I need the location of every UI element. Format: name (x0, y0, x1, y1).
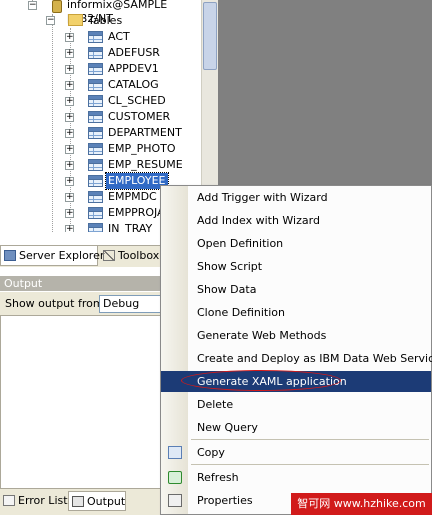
table-expander[interactable] (65, 161, 74, 170)
properties-icon (168, 494, 182, 507)
menu-item[interactable]: Copy (161, 442, 431, 463)
table-node[interactable]: ADEFUSR (106, 45, 162, 61)
table-expander[interactable] (65, 113, 74, 122)
menu-item[interactable]: Add Trigger with Wizard (161, 187, 431, 208)
table-node[interactable]: DEPARTMENT (106, 125, 184, 141)
menu-item-label: Create and Deploy as IBM Data Web Servic… (197, 352, 432, 365)
tab-label: Toolbox (118, 249, 160, 262)
refresh-icon (168, 471, 182, 484)
menu-item-label: Show Data (197, 283, 257, 296)
table-icon (88, 95, 103, 107)
table-icon (88, 159, 103, 171)
table-icon (88, 111, 103, 123)
table-node[interactable]: CL_SCHED (106, 93, 168, 109)
menu-item-label: Copy (197, 446, 225, 459)
output-icon (72, 496, 84, 507)
table-node[interactable]: CUSTOMER (106, 109, 172, 125)
table-expander[interactable] (65, 97, 74, 106)
tables-folder-node[interactable]: Tables (86, 13, 124, 29)
table-icon (88, 127, 103, 139)
menu-item-label: Delete (197, 398, 234, 411)
table-icon (88, 175, 103, 187)
table-expander[interactable] (65, 145, 74, 154)
folder-icon (68, 14, 83, 26)
table-expander[interactable] (65, 193, 74, 202)
table-expander[interactable] (65, 65, 74, 74)
copy-icon (168, 446, 182, 459)
server-explorer-icon (4, 250, 16, 261)
table-node[interactable]: CATALOG (106, 77, 161, 93)
menu-item-label: Open Definition (197, 237, 284, 250)
connection-expander[interactable] (28, 1, 37, 10)
table-icon (88, 47, 103, 59)
menu-item-label: Show Script (197, 260, 263, 273)
tab-label: Output (87, 495, 126, 508)
table-expander[interactable] (65, 49, 74, 58)
table-expander[interactable] (65, 177, 74, 186)
menu-item[interactable]: Add Index with Wizard (161, 210, 431, 231)
database-icon (52, 0, 62, 13)
tab-label: Server Explorer (19, 249, 105, 262)
table-icon (88, 191, 103, 203)
menu-item-label: Properties (197, 494, 253, 507)
menu-item-label: New Query (197, 421, 258, 434)
menu-item-label: Refresh (197, 471, 239, 484)
menu-item[interactable]: Open Definition (161, 233, 431, 254)
tab-server-explorer[interactable]: Server Explorer (0, 246, 104, 266)
table-node[interactable]: APPDEV1 (106, 61, 161, 77)
table-expander[interactable] (65, 129, 74, 138)
tab-label: Error List (18, 494, 68, 507)
menu-item[interactable]: Create and Deploy as IBM Data Web Servic… (161, 348, 432, 369)
table-icon (88, 143, 103, 155)
watermark: 智可网 www.hzhike.com (291, 493, 432, 515)
table-node[interactable]: EMPLOYEE (105, 172, 169, 190)
tab-error-list[interactable]: Error List (0, 491, 68, 511)
table-expander[interactable] (65, 209, 74, 218)
menu-item[interactable]: Show Data (161, 279, 431, 300)
tab-output[interactable]: Output (68, 491, 126, 511)
table-icon (88, 63, 103, 75)
tables-folder-expander[interactable] (46, 16, 55, 25)
show-output-from-label: Show output from: (5, 297, 108, 310)
table-node[interactable]: ACT (106, 29, 132, 45)
table-icon (88, 223, 103, 232)
menu-item-label: Generate XAML application (197, 375, 347, 388)
table-node[interactable]: EMP_RESUME (106, 157, 185, 173)
menu-item-label: Clone Definition (197, 306, 285, 319)
tree-scroll-thumb[interactable] (203, 2, 217, 70)
table-node[interactable]: EMPMDC (106, 189, 159, 205)
menu-item-label: Generate Web Methods (197, 329, 327, 342)
menu-item[interactable]: Clone Definition (161, 302, 431, 323)
menu-item[interactable]: New Query (161, 417, 431, 438)
context-menu: Add Trigger with Wizard Add Index with Wi… (160, 185, 432, 515)
menu-item[interactable]: Refresh (161, 467, 431, 488)
tab-toolbox[interactable]: Toolbox (100, 246, 160, 266)
error-list-icon (3, 495, 15, 506)
table-node[interactable]: EMP_PHOTO (106, 141, 178, 157)
table-node[interactable]: IN_TRAY (106, 221, 154, 232)
toolbox-icon (103, 250, 115, 261)
menu-separator (191, 464, 429, 465)
menu-item[interactable]: Show Script (161, 256, 431, 277)
table-expander[interactable] (65, 225, 74, 232)
table-icon (88, 31, 103, 43)
menu-item[interactable]: Generate Web Methods (161, 325, 431, 346)
menu-item[interactable]: Generate XAML application (161, 371, 431, 392)
table-icon (88, 207, 103, 219)
table-icon (88, 79, 103, 91)
menu-item-label: Add Index with Wizard (197, 214, 320, 227)
menu-item-label: Add Trigger with Wizard (197, 191, 328, 204)
menu-item[interactable]: Delete (161, 394, 431, 415)
menu-separator (191, 439, 429, 440)
table-expander[interactable] (65, 81, 74, 90)
table-expander[interactable] (65, 33, 74, 42)
